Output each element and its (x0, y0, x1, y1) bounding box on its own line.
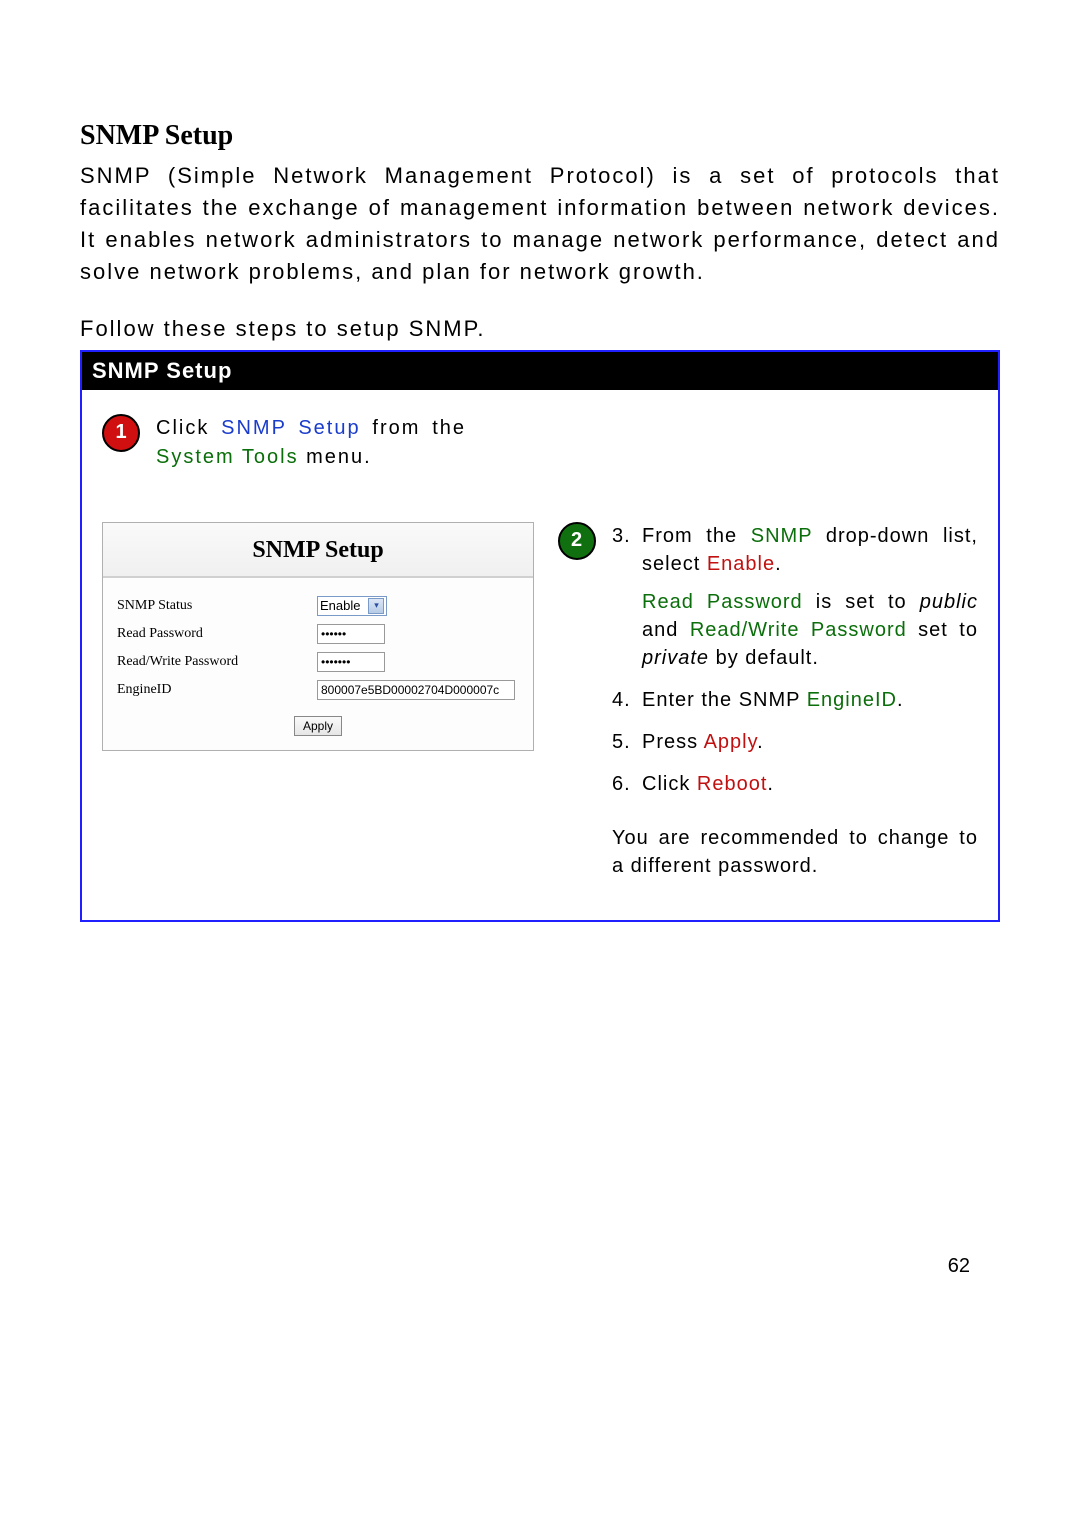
label-read-password: Read Password (117, 626, 317, 642)
snmp-form-screenshot: SNMP Setup SNMP Status Enable ▾ Read Pas… (102, 522, 534, 751)
instr-6: 6. Click Reboot. (612, 770, 978, 798)
form-row-rw-pw: Read/Write Password ••••••• (117, 652, 519, 672)
instr-5: 5. Press Apply. (612, 728, 978, 756)
step1-mid: from the (361, 417, 466, 439)
step1-menu: System Tools (156, 446, 299, 468)
chevron-down-icon: ▾ (368, 598, 384, 614)
read-password-input[interactable]: •••••• (317, 624, 385, 644)
snmp-panel: SNMP Setup 1 Click SNMP Setup from the S… (80, 350, 1000, 922)
instr-6-num: 6. (612, 770, 642, 798)
form-row-engineid: EngineID 800007e5BD00002704D000007c (117, 680, 519, 700)
rw-password-input[interactable]: ••••••• (317, 652, 385, 672)
label-snmp-status: SNMP Status (117, 598, 317, 614)
page-number: 62 (948, 1255, 970, 1278)
step-1-text: Click SNMP Setup from the System Tools m… (156, 414, 466, 472)
snmp-status-select[interactable]: Enable ▾ (317, 596, 387, 616)
snmp-status-value: Enable (320, 598, 360, 613)
follow-steps: Follow these steps to setup SNMP. (80, 316, 1000, 342)
intro-paragraph: SNMP (Simple Network Management Protocol… (80, 160, 1000, 288)
instr-4-num: 4. (612, 686, 642, 714)
panel-header: SNMP Setup (82, 350, 998, 390)
form-row-read-pw: Read Password •••••• (117, 624, 519, 644)
engineid-input[interactable]: 800007e5BD00002704D000007c (317, 680, 515, 700)
page-title: SNMP Setup (80, 120, 1000, 152)
instr-3: 3. From the SNMP drop-down list, select … (612, 522, 978, 672)
label-rw-password: Read/Write Password (117, 654, 317, 670)
step1-prefix: Click (156, 417, 221, 439)
form-title: SNMP Setup (103, 523, 533, 578)
step-2-column: 2 3. From the SNMP drop-down list, selec… (558, 522, 978, 880)
step1-suffix: menu. (299, 446, 372, 468)
label-engineid: EngineID (117, 682, 317, 698)
step-1-row: 1 Click SNMP Setup from the System Tools… (102, 414, 978, 472)
form-row-status: SNMP Status Enable ▾ (117, 596, 519, 616)
instr-4: 4. Enter the SNMP EngineID. (612, 686, 978, 714)
step1-link: SNMP Setup (221, 417, 360, 439)
step-2-badge: 2 (558, 522, 596, 560)
instr-5-num: 5. (612, 728, 642, 756)
password-note: You are recommended to change to a diffe… (612, 824, 978, 880)
step-1-badge: 1 (102, 414, 140, 452)
instr-3-num: 3. (612, 522, 642, 672)
apply-button[interactable]: Apply (294, 716, 342, 736)
